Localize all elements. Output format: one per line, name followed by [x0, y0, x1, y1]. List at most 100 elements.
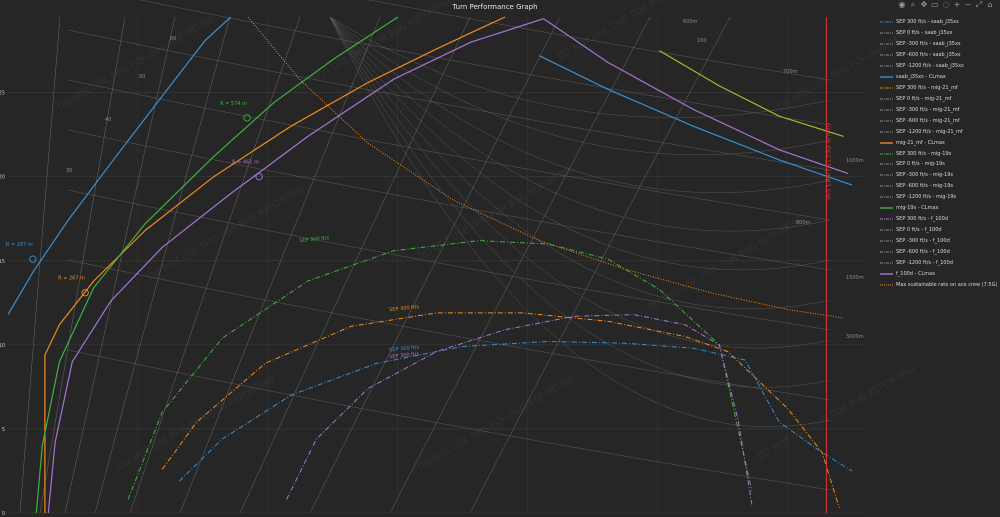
legend-item[interactable]: SEP 0 ft/s - f_100d [880, 225, 998, 236]
legend-label: mig-19s - CLmax [896, 205, 939, 212]
legend-swatch [880, 120, 893, 122]
legend-item[interactable]: SEP -300 ft/s - mig-19s [880, 170, 998, 181]
legend-item[interactable]: SEP 300 ft/s - mig-19s [880, 148, 998, 159]
lasso-icon[interactable]: ◌ [942, 1, 950, 9]
legend-label: SEP -1200 ft/s - mig-21_mf [896, 128, 963, 135]
legend-swatch [880, 21, 893, 23]
legend-item[interactable]: mig-19s - CLmax [880, 203, 998, 214]
legend-swatch [880, 196, 893, 198]
legend-swatch [880, 65, 893, 67]
legend-label: SEP 300 ft/s - mig-21_mf [896, 84, 958, 91]
legend-label: SEP 0 ft/s - mig-19s [896, 161, 945, 168]
radius-label: 160 [697, 38, 707, 44]
legend-label: SEP -600 ft/s - mig-19s [896, 183, 953, 190]
zoom-in-icon[interactable]: + [953, 1, 961, 9]
legend-label: SEP -600 ft/s - saab_j35xs [896, 52, 961, 59]
legend-label: SEP 300 ft/s - f_100d [896, 216, 948, 223]
legend-item[interactable]: f_100d - CLmax [880, 268, 998, 279]
legend-item[interactable]: mig-21_mf - CLmax [880, 137, 998, 148]
legend-swatch [880, 54, 893, 56]
legend-item[interactable]: SEP 300 ft/s - f_100d [880, 214, 998, 225]
y-tick-label: 25 [0, 91, 5, 97]
legend-swatch [880, 229, 893, 231]
legend-label: f_100d - CLmax [896, 270, 936, 277]
legend-swatch [880, 272, 893, 275]
legend-swatch [880, 251, 893, 253]
legend-swatch [880, 43, 893, 45]
radius-label: 700m [783, 69, 798, 75]
legend-label: SEP -300 ft/s - saab_j35xs [896, 41, 961, 48]
chart-title: Turn Performance Graph [451, 3, 537, 11]
legend-item[interactable]: SEP -1200 ft/s - saab_j35xs [880, 61, 998, 72]
legend-swatch [880, 207, 893, 209]
legend-item[interactable]: SEP -300 ft/s - mig-21_mf [880, 104, 998, 115]
plot-area [8, 17, 865, 513]
legend-swatch [880, 141, 893, 144]
radius-label: 40 [105, 117, 111, 123]
legend-swatch [880, 262, 893, 264]
radius-label: 30 [66, 168, 72, 174]
radius-label: 1500m [846, 275, 864, 281]
legend-label: SEP -1200 ft/s - f_100d [896, 259, 953, 266]
legend-label: SEP 300 ft/s - saab_j35xs [896, 19, 959, 26]
legend-label: SEP -300 ft/s - f_100d [896, 237, 950, 244]
radius-label: 50 [139, 74, 145, 80]
camera-icon[interactable]: ◉ [898, 1, 906, 9]
legend-item[interactable]: SEP 300 ft/s - saab_j35xs [880, 17, 998, 28]
legend-item[interactable]: SEP -300 ft/s - f_100d [880, 235, 998, 246]
legend-item[interactable]: SEP -300 ft/s - saab_j35xs [880, 39, 998, 50]
legend-swatch [880, 174, 893, 176]
legend-item[interactable]: Max sustainable rate on ace crew (7.5G) [880, 279, 998, 290]
ias-limit-label: IAS LIMIT (1350 km/h) [824, 122, 832, 200]
legend-label: SEP -600 ft/s - mig-21_mf [896, 117, 960, 124]
reset-axes-icon[interactable]: ⌂ [986, 1, 994, 9]
legend-label: SEP 300 ft/s - mig-19s [896, 150, 952, 157]
autoscale-icon[interactable]: ⤢ [975, 1, 983, 9]
legend-label: mig-21_mf - CLmax [896, 139, 945, 146]
legend-swatch [880, 76, 893, 78]
turn-radius-annotation: R = 574 m [220, 101, 247, 107]
legend-swatch [880, 32, 893, 34]
legend-label: SEP 0 ft/s - mig-21_mf [896, 95, 952, 102]
legend-swatch [880, 240, 893, 242]
legend-swatch [880, 163, 893, 165]
radius-label: 1000m [846, 158, 864, 164]
legend-item[interactable]: SEP 0 ft/s - mig-21_mf [880, 93, 998, 104]
y-tick-label: 10 [0, 343, 5, 349]
legend-swatch [880, 153, 893, 155]
y-tick-label: 5 [2, 427, 5, 433]
legend-label: SEP -600 ft/s - f_100d [896, 248, 950, 255]
legend-label: SEP -1200 ft/s - mig-19s [896, 194, 957, 201]
legend-item[interactable]: SEP 0 ft/s - mig-19s [880, 159, 998, 170]
zoom-out-icon[interactable]: − [964, 1, 972, 9]
turn-radius-annotation: R = 461 m [232, 160, 259, 166]
legend-item[interactable]: SEP -1200 ft/s - f_100d [880, 257, 998, 268]
legend-item[interactable]: saab_j35xs - CLmax [880, 72, 998, 83]
legend-item[interactable]: SEP -600 ft/s - saab_j35xs [880, 50, 998, 61]
radius-label: 600m [683, 19, 698, 25]
box-select-icon[interactable]: ▭ [931, 1, 939, 9]
turn-radius-annotation: R = 287 m [6, 242, 33, 248]
legend-label: SEP -1200 ft/s - saab_j35xs [896, 63, 964, 70]
legend: SEP 300 ft/s - saab_j35xs SEP 0 ft/s - sa… [880, 17, 998, 290]
legend-item[interactable]: SEP 300 ft/s - mig-21_mf [880, 83, 998, 94]
legend-item[interactable]: SEP -600 ft/s - mig-19s [880, 181, 998, 192]
legend-label: SEP -300 ft/s - mig-19s [896, 172, 953, 179]
pan-icon[interactable]: ✥ [920, 1, 928, 9]
zoom-icon[interactable]: ⌕ [909, 1, 917, 9]
legend-item[interactable]: SEP 0 ft/s - saab_j35xs [880, 28, 998, 39]
turn-performance-chart[interactable]: Turn Performance Graph 30405060 160600m70… [0, 0, 1000, 517]
legend-item[interactable]: SEP -1200 ft/s - mig-21_mf [880, 126, 998, 137]
legend-label: SEP 0 ft/s - f_100d [896, 226, 942, 233]
legend-swatch [880, 284, 893, 286]
y-axis: 0 5 10 15 20 25 [0, 91, 5, 517]
legend-label: Max sustainable rate on ace crew (7.5G) [896, 281, 998, 288]
legend-item[interactable]: SEP -1200 ft/s - mig-19s [880, 192, 998, 203]
radius-label: 3000m [846, 334, 864, 340]
legend-label: SEP -300 ft/s - mig-21_mf [896, 106, 960, 113]
y-tick-label: 20 [0, 175, 5, 181]
legend-item[interactable]: SEP -600 ft/s - f_100d [880, 246, 998, 257]
legend-item[interactable]: SEP -600 ft/s - mig-21_mf [880, 115, 998, 126]
legend-swatch [880, 218, 893, 220]
turn-radius-annotation: R = 267 m [58, 276, 85, 282]
